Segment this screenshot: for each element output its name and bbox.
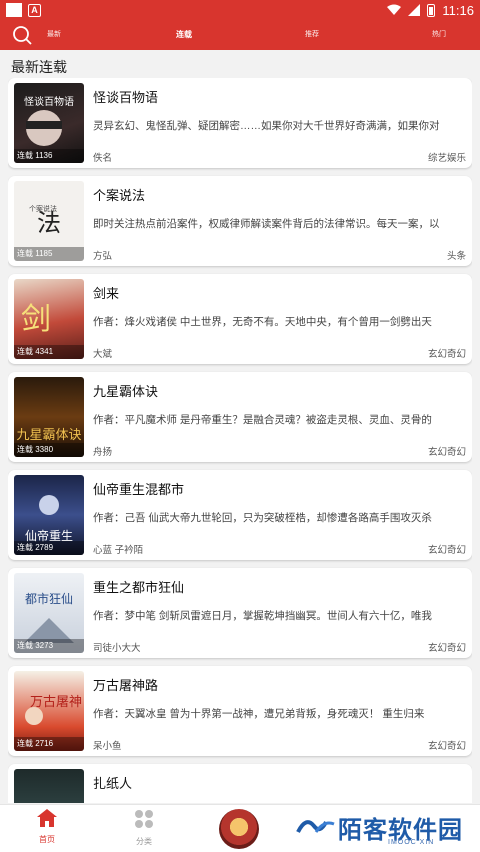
book-title[interactable]: 怪谈百物语 (93, 87, 158, 106)
book-card[interactable]: 都市狂仙 连载 3273 重生之都市狂仙 作者：梦中笔 剑斩凤雷遮日月，掌握乾坤… (8, 568, 472, 658)
book-card[interactable]: 剑 连载 4341 剑来 作者：烽火戏诸侯 中土世界，无奇不有。天地中央，有个曾… (8, 274, 472, 364)
book-description: 作者：梦中笔 剑斩凤雷遮日月，掌握乾坤挡幽冥。世间人有六十亿，唯我 (93, 610, 432, 622)
svg-text:法: 法 (37, 209, 61, 237)
signal-icon (408, 4, 421, 16)
book-description: 灵异玄幻、鬼怪乱弹、疑团解密……如果你对大千世界好奇满满，如果你对 (93, 120, 440, 132)
nav-category[interactable]: 分类 (124, 809, 164, 847)
app-notification-icon: A (28, 3, 41, 17)
book-cover[interactable]: 九星霸体诀 连载 3380 (14, 377, 84, 457)
book-category: 玄幻奇幻 (427, 545, 466, 556)
chapter-count: 连载 3273 (14, 639, 84, 653)
chapter-count: 连载 1136 (14, 149, 84, 163)
book-card[interactable]: 仙帝重生 连载 2789 仙帝重生混都市 作者：己吾 仙武大帝九世轮回，只为突破… (8, 470, 472, 560)
tab-popular[interactable]: 热门 (432, 20, 446, 50)
book-title[interactable]: 重生之都市狂仙 (93, 577, 184, 596)
home-icon (37, 809, 57, 827)
book-description: 作者：天翼冰皇 曾为十界第一战神，遭兄弟背叛，身死魂灭！ 重生归来 (93, 708, 425, 720)
book-category: 玄幻奇幻 (427, 447, 466, 458)
watermark: 陌客软件园 IMOOC XIN (296, 810, 476, 850)
nav-category-label: 分类 (136, 837, 152, 846)
book-cover[interactable]: 剑 连载 4341 (14, 279, 84, 359)
book-title[interactable]: 剑来 (93, 283, 119, 302)
chapter-count: 连载 2789 (14, 541, 84, 555)
search-icon[interactable] (12, 25, 32, 45)
nav-home[interactable]: 首页 (27, 809, 67, 845)
chapter-count: 连载 4341 (14, 345, 84, 359)
wifi-icon (387, 4, 402, 15)
book-category: 头条 (446, 251, 466, 262)
book-author: 呆小鱼 (93, 741, 122, 752)
cover-text: 剑 (21, 302, 51, 337)
book-list[interactable]: 怪谈百物语 连载 1136 怪谈百物语 灵异玄幻、鬼怪乱弹、疑团解密……如果你对… (8, 78, 472, 803)
cover-text: 个案说法 (29, 204, 57, 213)
cover-text: 怪谈百物语 (24, 95, 74, 108)
chapter-count: 连载 1185 (14, 247, 84, 261)
cover-text: 万古屠神 (30, 695, 82, 710)
top-navigation: 最新 连载 推荐 热门 (0, 20, 480, 50)
nav-home-label: 首页 (39, 835, 55, 844)
watermark-logo-icon (296, 820, 335, 833)
chapter-count: 连载 3380 (14, 443, 84, 457)
book-title[interactable]: 万古屠神路 (93, 675, 158, 694)
battery-icon (427, 3, 436, 17)
book-cover[interactable]: 法个案说法 连载 1185 (14, 181, 84, 261)
status-bar: A 11:16 (0, 0, 480, 20)
tab-recommended[interactable]: 推荐 (305, 20, 319, 50)
center-avatar-button[interactable] (219, 809, 259, 849)
book-author: 大斌 (93, 349, 113, 360)
book-card[interactable]: 怪谈百物语 连载 1136 怪谈百物语 灵异玄幻、鬼怪乱弹、疑团解密……如果你对… (8, 78, 472, 168)
book-category: 玄幻奇幻 (427, 349, 466, 360)
book-card[interactable]: 万古屠神 连载 2716 万古屠神路 作者：天翼冰皇 曾为十界第一战神，遭兄弟背… (8, 666, 472, 756)
book-cover[interactable]: 怪谈百物语 连载 1136 (14, 83, 84, 163)
book-author: 佚名 (93, 153, 113, 164)
book-title[interactable]: 个案说法 (93, 185, 145, 204)
book-description: 作者：烽火戏诸侯 中土世界，无奇不有。天地中央，有个曾用一剑劈出天 (93, 316, 432, 328)
clock: 11:16 (442, 2, 474, 18)
book-cover[interactable]: 都市狂仙 连载 3273 (14, 573, 84, 653)
book-card[interactable]: 九星霸体诀 连载 3380 九星霸体诀 作者：平凡魔术师 是丹帝重生？是融合灵魂… (8, 372, 472, 462)
book-card[interactable]: 扎纸人 (8, 764, 472, 803)
book-category: 综艺娱乐 (427, 153, 466, 164)
watermark-subtext: IMOOC XIN (388, 839, 435, 846)
book-title[interactable]: 九星霸体诀 (93, 381, 158, 400)
book-title[interactable]: 扎纸人 (93, 773, 132, 792)
grid-icon (135, 810, 153, 828)
book-author: 司徒小大大 (93, 643, 141, 654)
notification-icon (6, 3, 22, 17)
book-cover[interactable] (14, 769, 84, 803)
book-author: 舟扬 (93, 447, 113, 458)
book-title[interactable]: 仙帝重生混都市 (93, 479, 184, 498)
book-description: 作者：己吾 仙武大帝九世轮回，只为突破桎梏，却惨遭各路高手围攻灭杀 (93, 512, 432, 524)
book-category: 玄幻奇幻 (427, 643, 466, 654)
tab-serialized[interactable]: 连载 (176, 20, 192, 50)
book-category: 玄幻奇幻 (427, 741, 466, 752)
chapter-count: 连载 2716 (14, 737, 84, 751)
book-author: 方弘 (93, 251, 113, 262)
cover-text: 都市狂仙 (25, 591, 73, 606)
book-cover[interactable]: 万古屠神 连载 2716 (14, 671, 84, 751)
book-description: 即时关注热点前沿案件，权威律师解读案件背后的法律常识。每天一案，以 (93, 218, 440, 230)
book-card[interactable]: 法个案说法 连载 1185 个案说法 即时关注热点前沿案件，权威律师解读案件背后… (8, 176, 472, 266)
book-cover[interactable]: 仙帝重生 连载 2789 (14, 475, 84, 555)
book-description: 作者：平凡魔术师 是丹帝重生？是融合灵魂？被盗走灵根、灵血、灵骨的 (93, 414, 432, 426)
tab-latest[interactable]: 最新 (47, 20, 61, 50)
cover-text: 九星霸体诀 (16, 428, 81, 443)
section-title: 最新连载 (11, 59, 67, 75)
book-author: 心蓝 子衿陌 (93, 545, 144, 556)
